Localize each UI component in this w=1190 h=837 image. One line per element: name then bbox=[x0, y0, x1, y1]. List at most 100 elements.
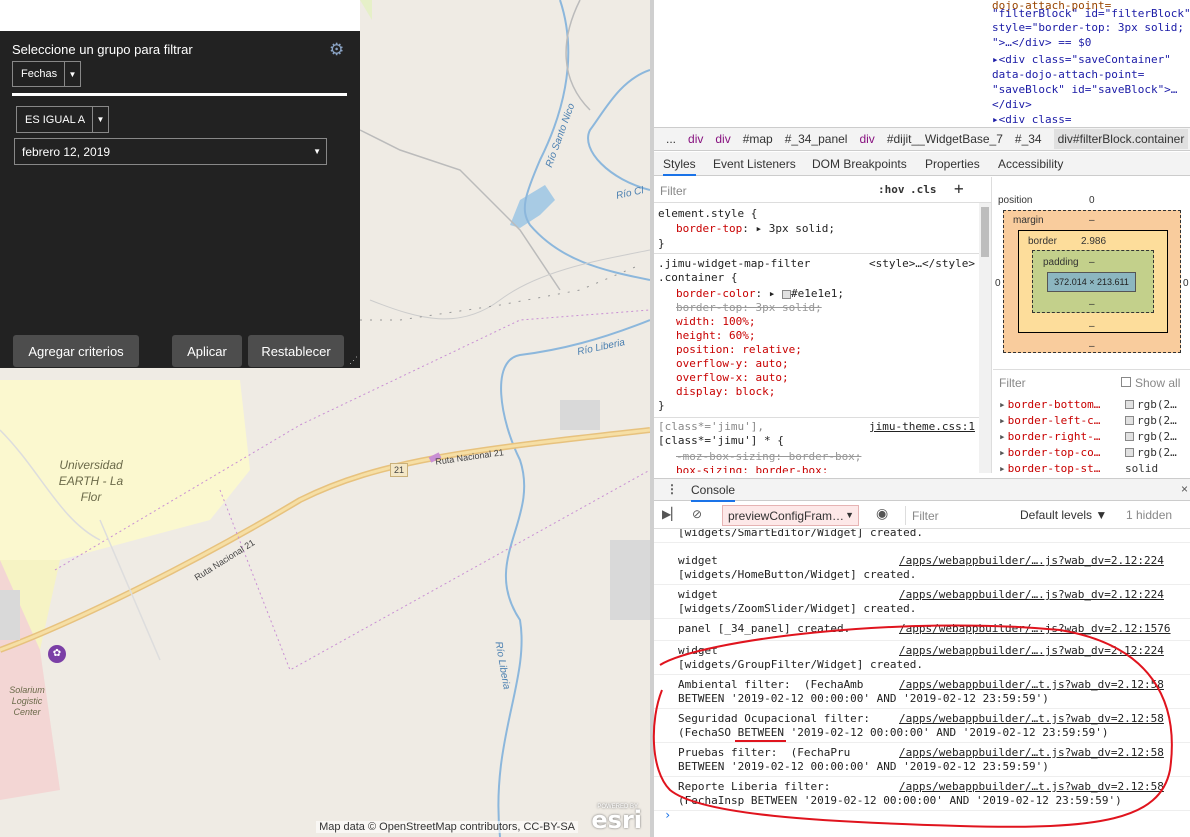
console-source-link[interactable]: /apps/webappbuilder/…t.js?wab_dv=2.12:58 bbox=[899, 712, 1164, 726]
date-select[interactable]: febrero 12, 2019 ▼ bbox=[14, 138, 327, 165]
show-all-checkbox[interactable] bbox=[1121, 377, 1131, 387]
dom-line[interactable]: style="border-top: 3px solid; bbox=[992, 20, 1184, 35]
breadcrumb-item[interactable]: #_34_panel bbox=[785, 132, 848, 146]
breadcrumb-item[interactable]: ... bbox=[666, 132, 676, 146]
tab-styles[interactable]: Styles bbox=[663, 157, 696, 176]
computed-row[interactable]: ▸ border-right-… rgb(2… bbox=[999, 430, 1177, 443]
console-prompt[interactable]: › bbox=[664, 808, 671, 822]
css-declaration[interactable]: box-sizing: border-box; bbox=[676, 464, 828, 473]
console-source-link[interactable]: /apps/webappbuilder/…t.js?wab_dv=2.12:58 bbox=[899, 678, 1164, 692]
dom-line[interactable]: "saveBlock" id="saveBlock">… bbox=[992, 82, 1177, 97]
css-prop: border-top bbox=[676, 222, 743, 235]
expand-icon[interactable]: ▸ bbox=[999, 446, 1006, 459]
levels-select[interactable]: Default levels ▼ bbox=[1020, 508, 1107, 522]
poi-icon[interactable]: ✿ bbox=[48, 645, 66, 663]
dom-line[interactable]: ▸<div class="saveContainer" bbox=[992, 52, 1171, 67]
breadcrumb-item[interactable]: div bbox=[859, 132, 874, 146]
color-swatch[interactable] bbox=[1125, 448, 1134, 457]
tab-console[interactable]: Console bbox=[691, 483, 736, 502]
computed-row[interactable]: ▸ border-bottom… rgb(2… bbox=[999, 398, 1177, 411]
css-declaration[interactable]: border-top: ▸ 3px solid; bbox=[676, 222, 835, 236]
sidebar-toggle-icon[interactable]: ▶▏ bbox=[662, 507, 680, 521]
console-source-link[interactable]: /apps/webappbuilder/….js?wab_dv=2.12:157… bbox=[899, 622, 1171, 636]
color-swatch[interactable] bbox=[1125, 416, 1134, 425]
computed-row[interactable]: ▸ border-left-c… rgb(2… bbox=[999, 414, 1177, 427]
reset-button[interactable]: Restablecer bbox=[248, 335, 344, 367]
console-source-link[interactable]: /apps/webappbuilder/….js?wab_dv=2.12:224 bbox=[899, 588, 1164, 602]
css-declaration[interactable]: border-color: ▸ #e1e1e1; bbox=[676, 287, 844, 301]
cls-toggle[interactable]: .cls bbox=[910, 183, 937, 196]
css-declaration-overridden[interactable]: border-top: 3px solid; bbox=[676, 301, 822, 315]
dom-line[interactable]: ▸<div class= bbox=[992, 112, 1071, 127]
console-source-link[interactable]: /apps/webappbuilder/…t.js?wab_dv=2.12:58 bbox=[899, 746, 1164, 760]
breadcrumb-item[interactable]: #_34 bbox=[1015, 132, 1042, 146]
console-message[interactable]: Pruebas filter: (FechaPru BETWEEN '2019-… bbox=[654, 743, 1190, 777]
console-source-link[interactable]: /apps/webappbuilder/….js?wab_dv=2.12:224 bbox=[899, 554, 1164, 568]
console-message[interactable]: widget [widgets/GroupFilter/Widget] crea… bbox=[654, 641, 1190, 675]
apply-button[interactable]: Aplicar bbox=[172, 335, 242, 367]
css-declaration[interactable]: height: 60%; bbox=[676, 329, 755, 343]
breadcrumb-item[interactable]: div bbox=[688, 132, 703, 146]
context-select[interactable]: previewConfigFram… ▼ bbox=[722, 505, 859, 526]
dom-line[interactable]: ">…</div> == $0 bbox=[992, 35, 1091, 50]
styles-filter-input[interactable]: Filter bbox=[660, 184, 687, 198]
console-message[interactable]: widget [widgets/ZoomSlider/Widget] creat… bbox=[654, 585, 1190, 619]
gear-icon[interactable]: ⚙ bbox=[329, 40, 344, 60]
console-message[interactable]: Seguridad Ocupacional filter: (FechaSO B… bbox=[654, 709, 1190, 743]
computed-row[interactable]: ▸ border-top-co… rgb(2… bbox=[999, 446, 1177, 459]
computed-row[interactable]: ▸ border-top-st… solid bbox=[999, 462, 1158, 475]
expand-icon[interactable]: ▸ bbox=[999, 430, 1006, 443]
group-select[interactable]: Fechas ▼ bbox=[12, 61, 81, 87]
content-box[interactable]: 372.014 × 213.611 bbox=[1047, 272, 1136, 292]
css-declaration[interactable]: overflow-y: auto; bbox=[676, 357, 789, 371]
css-source-link[interactable]: jimu-theme.css:1 bbox=[869, 420, 975, 433]
css-declaration[interactable]: position: relative; bbox=[676, 343, 802, 357]
styles-scrollbar[interactable] bbox=[979, 203, 991, 473]
tab-dom-breakpoints[interactable]: DOM Breakpoints bbox=[812, 157, 907, 171]
expand-icon[interactable]: ▸ bbox=[999, 414, 1006, 427]
esri-logo[interactable]: esri bbox=[591, 807, 642, 833]
console-message[interactable]: [widgets/SmartEditor/Widget] created. bbox=[654, 529, 1190, 543]
console-message[interactable]: panel [_34_panel] created. /apps/webappbu… bbox=[654, 619, 1190, 641]
operator-select[interactable]: ES IGUAL A ▼ bbox=[16, 106, 109, 133]
more-icon[interactable]: ⋮ bbox=[666, 482, 678, 496]
dom-line[interactable]: "filterBlock" id="filterBlock" bbox=[992, 6, 1190, 21]
add-rule-icon[interactable]: + bbox=[954, 179, 964, 198]
scrollbar-thumb[interactable] bbox=[981, 207, 989, 257]
dom-line[interactable]: data-dojo-attach-point= bbox=[992, 67, 1144, 82]
expand-icon[interactable]: ▸ bbox=[999, 462, 1006, 475]
console-filter-input[interactable]: Filter bbox=[905, 506, 1013, 525]
css-source-link[interactable]: <style>…</style> bbox=[869, 257, 975, 270]
console-source-link[interactable]: /apps/webappbuilder/…t.js?wab_dv=2.12:58 bbox=[899, 780, 1164, 794]
tab-properties[interactable]: Properties bbox=[925, 157, 980, 171]
close-icon[interactable]: × bbox=[1181, 482, 1188, 496]
padding-top-value: – bbox=[1089, 257, 1095, 268]
expand-icon[interactable]: ▸ bbox=[999, 398, 1006, 411]
breadcrumb-item[interactable]: div#filterBlock.container bbox=[1053, 129, 1189, 149]
color-swatch[interactable] bbox=[1125, 432, 1134, 441]
eye-icon[interactable]: ◉ bbox=[876, 505, 888, 522]
computed-filter-input[interactable]: Filter bbox=[999, 376, 1026, 390]
console-message[interactable]: Reporte Liberia filter: (FechaInsp BETWE… bbox=[654, 777, 1190, 811]
tab-event-listeners[interactable]: Event Listeners bbox=[713, 157, 796, 171]
computed-prop-value: rgb(2… bbox=[1137, 414, 1177, 427]
tab-accessibility[interactable]: Accessibility bbox=[998, 157, 1063, 171]
console-source-link[interactable]: /apps/webappbuilder/….js?wab_dv=2.12:224 bbox=[899, 644, 1164, 658]
console-message[interactable]: Ambiental filter: (FechaAmb BETWEEN '201… bbox=[654, 675, 1190, 709]
hov-toggle[interactable]: :hov bbox=[878, 183, 905, 196]
dom-line[interactable]: </div> bbox=[992, 97, 1032, 112]
breadcrumb-item[interactable]: div bbox=[715, 132, 730, 146]
console-message[interactable]: widget [widgets/HomeButton/Widget] creat… bbox=[654, 551, 1190, 585]
color-swatch[interactable] bbox=[1125, 400, 1134, 409]
breadcrumb-item[interactable]: #dijit__WidgetBase_7 bbox=[887, 132, 1003, 146]
add-criteria-button[interactable]: Agregar criterios bbox=[13, 335, 139, 367]
resize-grip-icon[interactable]: ⋰ bbox=[349, 355, 358, 366]
css-declaration[interactable]: overflow-x: auto; bbox=[676, 371, 789, 385]
css-declaration[interactable]: width: 100%; bbox=[676, 315, 755, 329]
css-declaration-overridden[interactable]: -moz-box-sizing: border-box; bbox=[676, 450, 861, 464]
color-swatch[interactable] bbox=[781, 289, 791, 299]
breadcrumb-item[interactable]: #map bbox=[743, 132, 773, 146]
console-log[interactable]: [widgets/SmartEditor/Widget] created. wid… bbox=[654, 529, 1190, 837]
clear-console-icon[interactable]: ⊘ bbox=[692, 507, 702, 521]
css-declaration[interactable]: display: block; bbox=[676, 385, 775, 399]
